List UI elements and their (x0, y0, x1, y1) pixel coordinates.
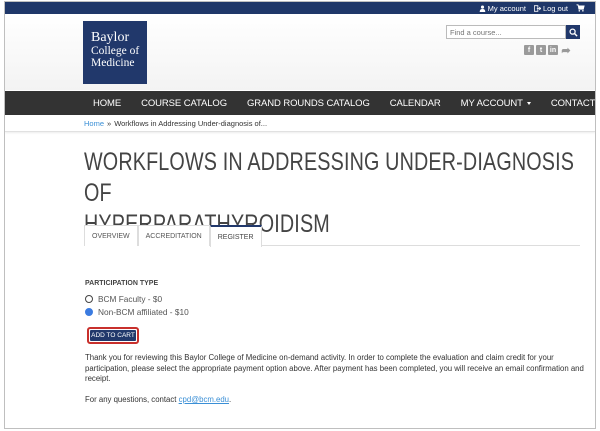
option-non-bcm-affiliated[interactable]: Non-BCM affiliated - $10 (85, 307, 189, 317)
log-out-label: Log out (542, 3, 568, 13)
breadcrumb: Home » Workflows in Addressing Under-dia… (5, 115, 595, 132)
option-bcm-faculty[interactable]: BCM Faculty - $0 (85, 294, 162, 304)
registration-instructions: Thank you for reviewing this Baylor Coll… (85, 353, 584, 383)
share-icon[interactable]: ➦ (560, 45, 572, 57)
radio-button-selected[interactable] (85, 308, 93, 316)
breadcrumb-separator: » (107, 118, 112, 128)
nav-course-catalog[interactable]: COURSE CATALOG (141, 98, 227, 109)
add-to-cart-button[interactable]: ADD TO CART (87, 327, 139, 344)
my-account-link[interactable]: My account (479, 4, 526, 13)
chevron-down-icon (526, 101, 531, 105)
utility-bar: My account Log out (5, 2, 595, 14)
my-account-label: My account (487, 3, 526, 13)
course-search (446, 25, 580, 39)
option-label: BCM Faculty - $0 (98, 294, 163, 304)
participation-type-label: PARTICIPATION TYPE (85, 280, 159, 287)
contact-prefix: For any questions, contact (85, 395, 179, 404)
utility-links: My account Log out (479, 2, 585, 14)
contact-email-link[interactable]: cpd@bcm.edu (179, 395, 229, 404)
breadcrumb-home[interactable]: Home (84, 119, 104, 128)
tab-overview[interactable]: OVERVIEW (84, 225, 138, 246)
cart-link[interactable] (576, 4, 585, 12)
browser-page: My account Log out Baylor College of Med… (4, 1, 596, 429)
search-input[interactable] (446, 25, 566, 39)
twitter-icon[interactable]: t (536, 45, 546, 55)
nav-my-account-label: MY ACCOUNT (460, 97, 523, 109)
logo-line-3: Medicine (91, 57, 135, 69)
tab-accreditation[interactable]: ACCREDITATION (137, 225, 210, 246)
cart-icon (576, 4, 585, 12)
logo-line-1: Baylor (91, 30, 130, 45)
linkedin-icon[interactable]: in (548, 45, 558, 55)
main-nav: HOME COURSE CATALOG GRAND ROUNDS CATALOG… (5, 91, 595, 115)
contact-line: For any questions, contact cpd@bcm.edu. (85, 395, 231, 404)
option-label: Non-BCM affiliated - $10 (98, 307, 189, 317)
nav-home[interactable]: HOME (93, 98, 121, 109)
site-header: Baylor College of Medicine f t in ➦ (5, 14, 595, 90)
search-icon (568, 27, 578, 37)
search-button[interactable] (566, 25, 580, 39)
facebook-icon[interactable]: f (524, 45, 534, 55)
social-links: f t in ➦ (524, 45, 572, 57)
logo-line-2: College of (91, 45, 140, 57)
page-title-line-1: WORKFLOWS IN ADDRESSING UNDER-DIAGNOSIS … (84, 148, 575, 207)
log-out-link[interactable]: Log out (533, 3, 568, 13)
breadcrumb-current: Workflows in Addressing Under-diagnosis … (114, 118, 268, 128)
user-icon (479, 5, 485, 12)
course-tabs: OVERVIEW ACCREDITATION REGISTER (84, 225, 580, 247)
nav-contact-us[interactable]: CONTACT US (551, 98, 595, 109)
nav-my-account[interactable]: MY ACCOUNT (461, 98, 531, 109)
add-to-cart-label: ADD TO CART (90, 330, 136, 341)
bcm-logo[interactable]: Baylor College of Medicine (83, 21, 147, 84)
nav-grand-rounds-catalog[interactable]: GRAND ROUNDS CATALOG (247, 98, 370, 109)
tab-register[interactable]: REGISTER (209, 225, 262, 247)
log-out-icon (533, 4, 541, 12)
contact-suffix: . (229, 395, 232, 404)
nav-calendar[interactable]: CALENDAR (390, 98, 441, 109)
radio-button[interactable] (85, 295, 93, 303)
